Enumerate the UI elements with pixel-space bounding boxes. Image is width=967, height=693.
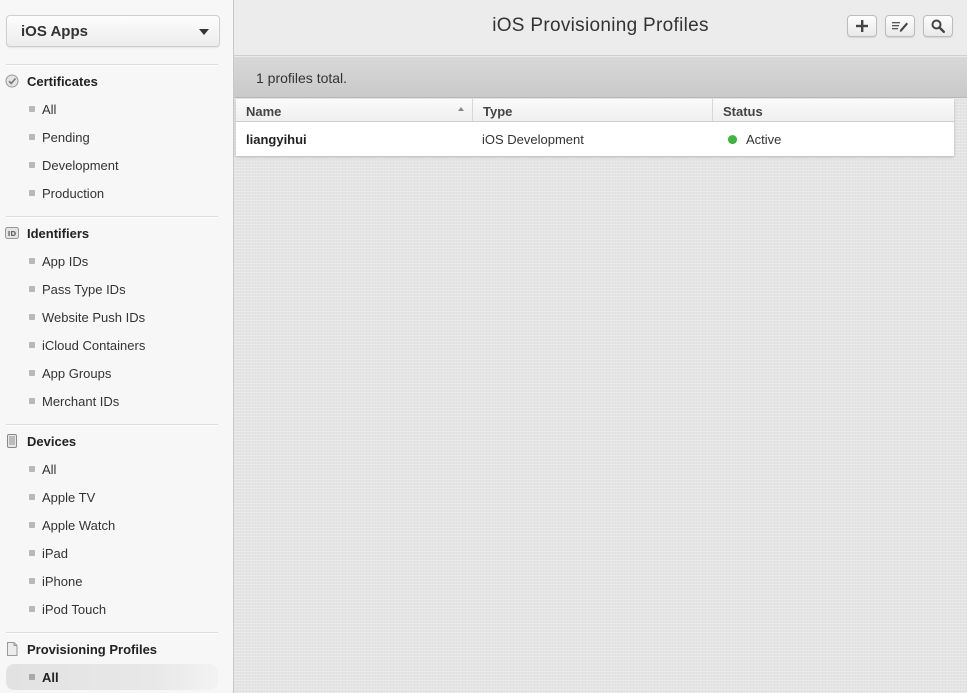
section-header-provisioning-profiles: Provisioning Profiles (0, 638, 233, 660)
cell-profile-status: Active (712, 122, 954, 156)
chevron-down-icon (199, 29, 209, 35)
bullet-icon (29, 106, 35, 112)
section-header-devices: Devices (0, 430, 233, 452)
results-summary-bar: 1 profiles total. (234, 57, 967, 98)
sidebar-item-certificates-all[interactable]: All (6, 96, 218, 122)
document-icon (7, 642, 18, 656)
table-header: Name Type Status (236, 99, 954, 122)
sidebar: iOS Apps Certificates All Pending Develo… (0, 0, 234, 693)
bullet-icon (29, 578, 35, 584)
bullet-icon (29, 162, 35, 168)
sidebar-item-merchant-ids[interactable]: Merchant IDs (6, 388, 218, 414)
sidebar-item-ipod-touch[interactable]: iPod Touch (6, 596, 218, 622)
sidebar-item-certificates-production[interactable]: Production (6, 180, 218, 206)
bullet-icon (29, 258, 35, 264)
sidebar-item-icloud-containers[interactable]: iCloud Containers (6, 332, 218, 358)
search-icon (931, 19, 945, 33)
app-type-select-label: iOS Apps (21, 22, 88, 40)
bullet-icon (29, 398, 35, 404)
bullet-icon (29, 466, 35, 472)
table-row[interactable]: liangyihui iOS Development Active (236, 122, 954, 156)
bullet-icon (29, 190, 35, 196)
profiles-table: Name Type Status liangyihui iOS Developm… (236, 99, 954, 156)
bullet-icon (29, 674, 35, 680)
divider (6, 216, 218, 218)
divider (6, 424, 218, 426)
bullet-icon (29, 370, 35, 376)
search-button[interactable] (923, 15, 953, 37)
bullet-icon (29, 522, 35, 528)
column-header-name[interactable]: Name (236, 99, 472, 121)
sidebar-item-ipad[interactable]: iPad (6, 540, 218, 566)
bullet-icon (29, 550, 35, 556)
add-button[interactable] (847, 15, 877, 37)
toolbar: iOS Provisioning Profiles (234, 0, 967, 56)
sidebar-item-certificates-pending[interactable]: Pending (6, 124, 218, 150)
app-type-select[interactable]: iOS Apps (6, 15, 220, 47)
bullet-icon (29, 494, 35, 500)
edit-button[interactable] (885, 15, 915, 37)
bullet-icon (29, 286, 35, 292)
sidebar-item-apple-tv[interactable]: Apple TV (6, 484, 218, 510)
cell-profile-type: iOS Development (482, 132, 584, 147)
sidebar-item-certificates-development[interactable]: Development (6, 152, 218, 178)
bullet-icon (29, 314, 35, 320)
sidebar-item-pass-type-ids[interactable]: Pass Type IDs (6, 276, 218, 302)
sidebar-item-apple-watch[interactable]: Apple Watch (6, 512, 218, 538)
status-active-dot-icon (728, 135, 737, 144)
edit-icon (892, 22, 908, 32)
main-content: iOS Provisioning Profiles 1 profiles tot… (234, 0, 967, 693)
sidebar-item-profiles-all[interactable]: All (6, 664, 218, 690)
section-header-certificates: Certificates (0, 70, 233, 92)
device-icon (7, 434, 17, 448)
column-header-status[interactable]: Status (712, 99, 954, 121)
section-header-identifiers: ID Identifiers (0, 222, 233, 244)
sidebar-item-iphone[interactable]: iPhone (6, 568, 218, 594)
id-badge-icon: ID (5, 227, 19, 239)
bullet-icon (29, 342, 35, 348)
certificate-icon (5, 74, 19, 88)
sidebar-item-devices-all[interactable]: All (6, 456, 218, 482)
bullet-icon (29, 606, 35, 612)
cell-profile-name: liangyihui (246, 132, 307, 147)
sidebar-item-website-push-ids[interactable]: Website Push IDs (6, 304, 218, 330)
sort-ascending-icon (458, 107, 464, 111)
sidebar-item-app-groups[interactable]: App Groups (6, 360, 218, 386)
sidebar-item-app-ids[interactable]: App IDs (6, 248, 218, 274)
divider (6, 64, 218, 66)
column-header-type[interactable]: Type (472, 99, 712, 121)
bullet-icon (29, 134, 35, 140)
svg-text:ID: ID (8, 230, 17, 238)
add-icon (856, 20, 868, 32)
divider (6, 632, 218, 634)
results-count: 1 profiles total. (256, 70, 348, 86)
